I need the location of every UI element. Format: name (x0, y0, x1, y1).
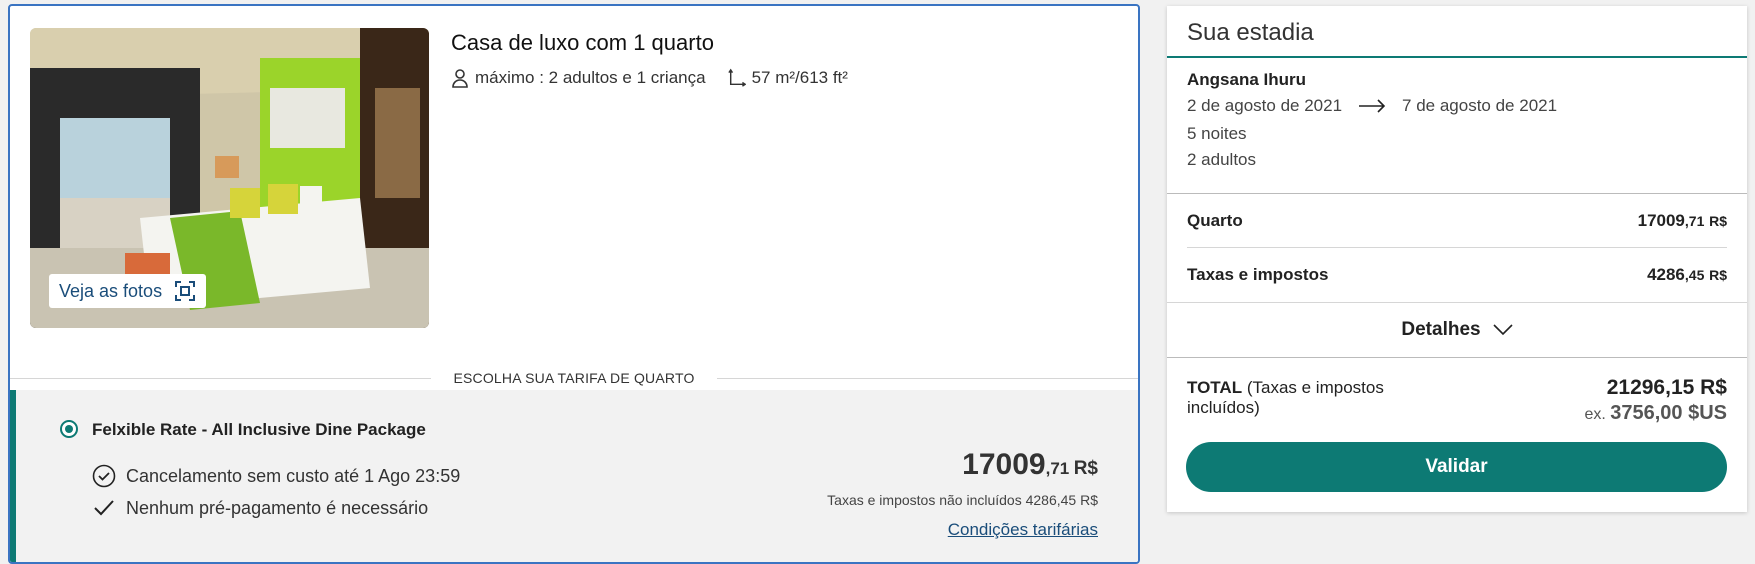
tax-amount-integer: 4286 (1647, 265, 1685, 284)
expand-icon (175, 281, 196, 301)
perk-prepayment: Nenhum pré-pagamento é necessário (92, 496, 428, 520)
rate-price-decimal: ,71 (1045, 459, 1070, 478)
stay-nights: 5 noites (1187, 124, 1247, 143)
rate-price-integer: 17009 (962, 448, 1046, 481)
room-title: Casa de luxo com 1 quarto (451, 30, 714, 55)
clock-check-icon (92, 464, 116, 488)
room-amount-decimal: ,71 (1684, 212, 1705, 229)
tax-line-label: Taxas e impostos (1187, 265, 1329, 284)
room-meta: máximo : 2 adultos e 1 criança 57 m²/613… (451, 68, 848, 88)
tax-line-item: Taxas e impostos 4286,45 R$ (1187, 248, 1727, 302)
total-usd: ex. 3756,00 $US (1584, 402, 1727, 425)
rate-radio[interactable] (60, 420, 78, 438)
details-toggle[interactable]: Detalhes (1167, 302, 1747, 358)
room-size: 57 m²/613 ft² (751, 68, 848, 87)
total-section: TOTAL (Taxas e impostos incluídos) 21296… (1167, 358, 1747, 442)
room-line-amount: 17009,71 R$ (1638, 211, 1727, 231)
area-icon (727, 68, 746, 87)
room-occupancy: máximo : 2 adultos e 1 criança (475, 68, 706, 87)
checkout-date: 7 de agosto de 2021 (1402, 96, 1558, 115)
room-photo[interactable]: Veja as fotos (30, 28, 429, 328)
total-amount: 21296,15 R$ (1606, 376, 1727, 399)
rate-price-currency: R$ (1073, 458, 1098, 479)
checkin-date: 2 de agosto de 2021 (1187, 96, 1343, 115)
validate-button[interactable]: Validar (1186, 442, 1727, 492)
details-label: Detalhes (1401, 319, 1481, 340)
total-amounts: 21296,15 R$ ex. 3756,00 $US (1584, 376, 1727, 425)
chevron-down-icon (1493, 324, 1513, 336)
rate-section-label: ESCOLHA SUA TARIFA DE QUARTO (453, 370, 695, 386)
rate-section-divider: ESCOLHA SUA TARIFA DE QUARTO (10, 368, 1138, 388)
person-icon (452, 69, 468, 88)
arrow-right-icon (1359, 99, 1386, 113)
room-amount-currency: R$ (1709, 212, 1727, 229)
total-label-text: TOTAL (1187, 378, 1243, 397)
hotel-name: Angsana Ihuru (1187, 70, 1307, 89)
room-line-label: Quarto (1187, 210, 1243, 230)
room-card: Veja as fotos Casa de luxo com 1 quarto … (8, 4, 1140, 564)
rate-conditions-link[interactable]: Condições tarifárias (948, 520, 1098, 540)
total-ex-amount: 3756,00 $US (1610, 402, 1727, 424)
stay-title: Sua estadia (1167, 6, 1747, 58)
stay-summary: Sua estadia Angsana Ihuru 2 de agosto de… (1167, 6, 1747, 512)
check-icon (94, 500, 114, 516)
total-ex-label: ex. (1584, 406, 1606, 423)
stay-info: Angsana Ihuru 2 de agosto de 2021 7 de a… (1167, 58, 1747, 194)
tax-amount-decimal: ,45 (1684, 267, 1705, 283)
total-label: TOTAL (Taxas e impostos incluídos) (1187, 378, 1407, 419)
rate-price: 17009,71 R$ (962, 448, 1098, 482)
stay-dates: 2 de agosto de 2021 7 de agosto de 2021 (1187, 96, 1727, 116)
perk-cancellation-label: Cancelamento sem custo até 1 Ago 23:59 (126, 465, 461, 486)
room-line-item: Quarto 17009,71 R$ (1187, 194, 1727, 248)
room-amount-integer: 17009 (1637, 210, 1685, 230)
rate-tax-note: Taxas e impostos não incluídos 4286,45 R… (827, 492, 1098, 508)
view-photos-label: Veja as fotos (59, 280, 163, 301)
perk-prepayment-label: Nenhum pré-pagamento é necessário (126, 497, 429, 518)
perk-cancellation: Cancelamento sem custo até 1 Ago 23:59 (92, 464, 460, 488)
stay-guests: 2 adultos (1187, 150, 1256, 169)
tax-amount-currency: R$ (1709, 267, 1727, 283)
view-photos-button[interactable]: Veja as fotos (49, 274, 207, 308)
rate-name: Felxible Rate - All Inclusive Dine Packa… (92, 420, 426, 439)
rate-option[interactable]: Felxible Rate - All Inclusive Dine Packa… (10, 390, 1138, 562)
tax-line-amount: 4286,45 R$ (1647, 265, 1727, 285)
